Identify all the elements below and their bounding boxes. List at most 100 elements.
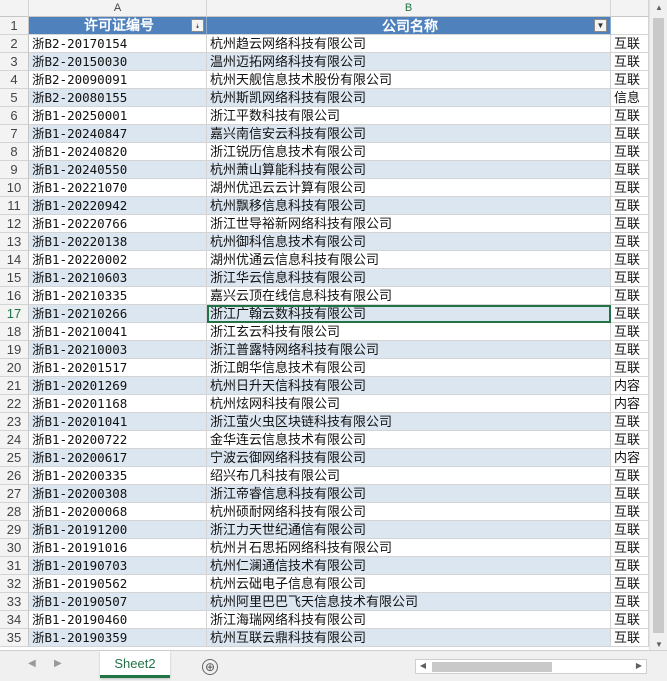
row-number[interactable]: 1 xyxy=(0,17,29,35)
license-cell[interactable]: 浙B1-20201041 xyxy=(29,413,207,431)
company-cell[interactable]: 杭州飘移信息科技有限公司 xyxy=(207,197,611,215)
company-cell[interactable]: 浙江朗华信息技术有限公司 xyxy=(207,359,611,377)
company-cell[interactable]: 浙江世导裕新网络科技有限公司 xyxy=(207,215,611,233)
license-cell[interactable]: 浙B1-20210041 xyxy=(29,323,207,341)
license-cell[interactable]: 浙B1-20220002 xyxy=(29,251,207,269)
row-number[interactable]: 22 xyxy=(0,395,29,413)
filter-dropdown-icon[interactable]: ▼ xyxy=(594,19,607,32)
license-cell[interactable]: 浙B1-20221070 xyxy=(29,179,207,197)
company-cell[interactable]: 浙江华云信息科技有限公司 xyxy=(207,269,611,287)
row-number[interactable]: 12 xyxy=(0,215,29,233)
category-cell[interactable]: 内容 xyxy=(611,377,649,395)
license-cell[interactable]: 浙B1-20200308 xyxy=(29,485,207,503)
license-cell[interactable]: 浙B1-20200335 xyxy=(29,467,207,485)
company-cell[interactable]: 宁波云御网络科技有限公司 xyxy=(207,449,611,467)
license-cell[interactable]: 浙B2-20090091 xyxy=(29,71,207,89)
license-cell[interactable]: 浙B1-20210003 xyxy=(29,341,207,359)
vertical-scroll-thumb[interactable] xyxy=(653,18,664,633)
row-number[interactable]: 25 xyxy=(0,449,29,467)
license-cell[interactable]: 浙B1-20191200 xyxy=(29,521,207,539)
row-number[interactable]: 4 xyxy=(0,71,29,89)
category-cell[interactable]: 互联 xyxy=(611,539,649,557)
license-cell[interactable]: 浙B1-20201168 xyxy=(29,395,207,413)
category-cell[interactable]: 内容 xyxy=(611,449,649,467)
company-cell[interactable]: 杭州阿里巴巴飞天信息技术有限公司 xyxy=(207,593,611,611)
company-cell[interactable]: 浙江平数科技有限公司 xyxy=(207,107,611,125)
row-number[interactable]: 11 xyxy=(0,197,29,215)
category-cell[interactable]: 互联 xyxy=(611,359,649,377)
add-sheet-button[interactable]: ⊕ xyxy=(202,659,218,675)
header-cell-company[interactable]: 公司名称 ▼ xyxy=(207,17,611,35)
company-cell[interactable]: 湖州优迅云云计算有限公司 xyxy=(207,179,611,197)
category-cell[interactable]: 互联 xyxy=(611,467,649,485)
category-cell[interactable]: 互联 xyxy=(611,161,649,179)
row-number[interactable]: 28 xyxy=(0,503,29,521)
license-cell[interactable]: 浙B1-20250001 xyxy=(29,107,207,125)
license-cell[interactable]: 浙B1-20240550 xyxy=(29,161,207,179)
category-cell[interactable]: 互联 xyxy=(611,521,649,539)
company-cell[interactable]: 嘉兴云顶在线信息科技有限公司 xyxy=(207,287,611,305)
row-number[interactable]: 23 xyxy=(0,413,29,431)
company-cell[interactable]: 浙江萤火虫区块链科技有限公司 xyxy=(207,413,611,431)
scroll-right-icon[interactable]: ▶ xyxy=(632,659,646,672)
row-number[interactable]: 13 xyxy=(0,233,29,251)
license-cell[interactable]: 浙B1-20210335 xyxy=(29,287,207,305)
license-cell[interactable]: 浙B1-20190507 xyxy=(29,593,207,611)
company-cell[interactable]: 杭州天舰信息技术股份有限公司 xyxy=(207,71,611,89)
row-number[interactable]: 30 xyxy=(0,539,29,557)
category-cell[interactable]: 互联 xyxy=(611,341,649,359)
category-cell[interactable]: 互联 xyxy=(611,35,649,53)
category-cell[interactable]: 互联 xyxy=(611,323,649,341)
company-cell[interactable]: 浙江力天世纪通信有限公司 xyxy=(207,521,611,539)
column-header-b[interactable]: B xyxy=(207,0,611,17)
row-number[interactable]: 32 xyxy=(0,575,29,593)
row-number[interactable]: 16 xyxy=(0,287,29,305)
category-cell[interactable]: 互联 xyxy=(611,269,649,287)
vertical-scrollbar[interactable]: ▲ ▼ xyxy=(649,0,667,655)
next-sheet-icon[interactable]: ▶ xyxy=(54,658,62,669)
select-all-corner[interactable] xyxy=(0,0,29,17)
company-cell[interactable]: 杭州斯凯网络科技有限公司 xyxy=(207,89,611,107)
row-number[interactable]: 20 xyxy=(0,359,29,377)
row-number[interactable]: 34 xyxy=(0,611,29,629)
category-cell[interactable]: 互联 xyxy=(611,557,649,575)
row-number[interactable]: 26 xyxy=(0,467,29,485)
horizontal-scroll-thumb[interactable] xyxy=(432,662,552,672)
row-number[interactable]: 14 xyxy=(0,251,29,269)
row-number[interactable]: 3 xyxy=(0,53,29,71)
row-number[interactable]: 6 xyxy=(0,107,29,125)
company-cell[interactable]: 杭州御科信息技术有限公司 xyxy=(207,233,611,251)
company-cell[interactable]: 浙江海瑞网络科技有限公司 xyxy=(207,611,611,629)
license-cell[interactable]: 浙B1-20210603 xyxy=(29,269,207,287)
company-cell[interactable]: 杭州炫网科技有限公司 xyxy=(207,395,611,413)
row-number[interactable]: 31 xyxy=(0,557,29,575)
license-cell[interactable]: 浙B1-20220942 xyxy=(29,197,207,215)
license-cell[interactable]: 浙B1-20201517 xyxy=(29,359,207,377)
category-cell[interactable]: 互联 xyxy=(611,485,649,503)
license-cell[interactable]: 浙B1-20240820 xyxy=(29,143,207,161)
row-number[interactable]: 27 xyxy=(0,485,29,503)
category-cell[interactable]: 互联 xyxy=(611,251,649,269)
category-cell[interactable]: 互联 xyxy=(611,431,649,449)
category-cell[interactable]: 内容 xyxy=(611,395,649,413)
scroll-up-icon[interactable]: ▲ xyxy=(650,0,667,16)
prev-sheet-icon[interactable]: ◀ xyxy=(28,658,36,669)
category-cell[interactable]: 互联 xyxy=(611,197,649,215)
scroll-left-icon[interactable]: ◀ xyxy=(416,659,430,672)
company-cell[interactable]: 杭州趋云网络科技有限公司 xyxy=(207,35,611,53)
company-cell[interactable]: 杭州仁澜通信技术有限公司 xyxy=(207,557,611,575)
company-cell[interactable]: 杭州爿石思拓网络科技有限公司 xyxy=(207,539,611,557)
row-number[interactable]: 21 xyxy=(0,377,29,395)
company-cell[interactable]: 绍兴布几科技有限公司 xyxy=(207,467,611,485)
category-cell[interactable]: 互联 xyxy=(611,611,649,629)
header-cell-license[interactable]: 许可证编号 ⇣ xyxy=(29,17,207,35)
company-cell[interactable]: 浙江普露特网络科技有限公司 xyxy=(207,341,611,359)
category-cell[interactable]: 互联 xyxy=(611,593,649,611)
license-cell[interactable]: 浙B1-20220766 xyxy=(29,215,207,233)
category-cell[interactable]: 互联 xyxy=(611,125,649,143)
category-cell[interactable]: 互联 xyxy=(611,575,649,593)
company-cell[interactable]: 浙江帝睿信息科技有限公司 xyxy=(207,485,611,503)
license-cell[interactable]: 浙B1-20220138 xyxy=(29,233,207,251)
company-cell[interactable]: 嘉兴南信安云科技有限公司 xyxy=(207,125,611,143)
category-cell[interactable]: 互联 xyxy=(611,143,649,161)
